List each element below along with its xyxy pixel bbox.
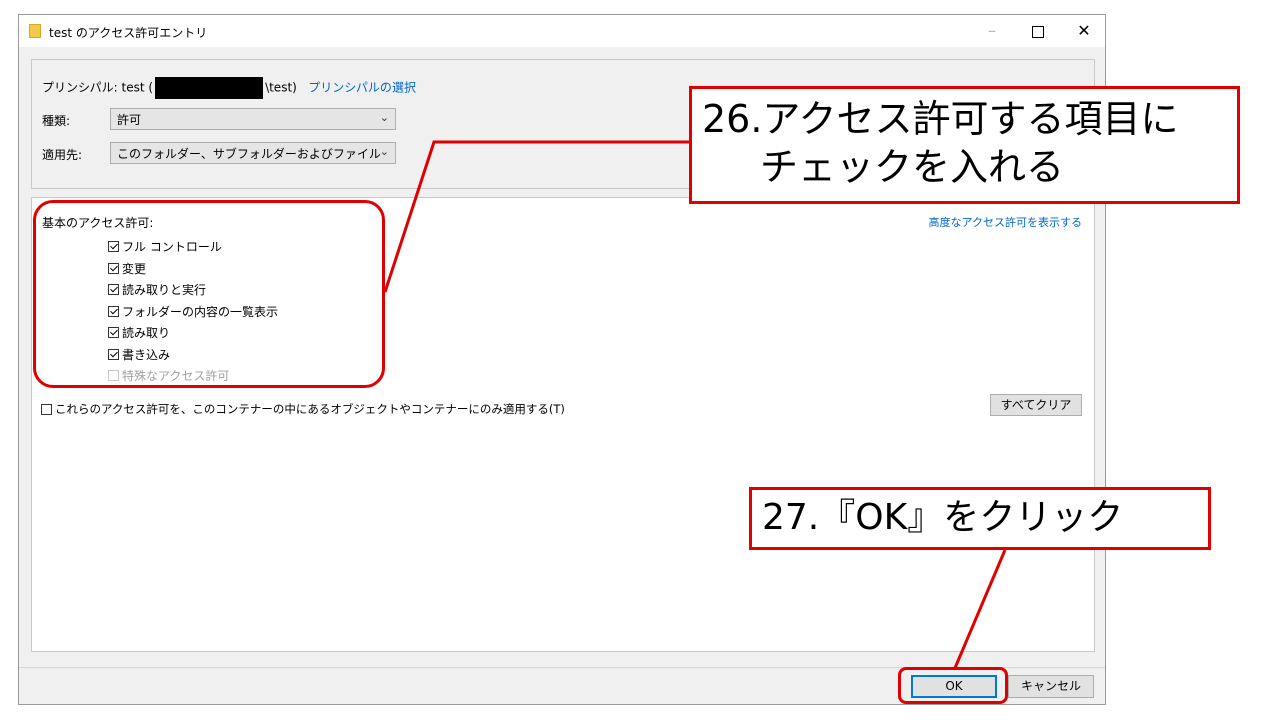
step-26-line-1: 26.アクセス許可する項目に	[702, 97, 1179, 141]
step-27-text: 27.『OK』をクリック	[762, 497, 1124, 538]
callout-line-27	[953, 549, 1007, 669]
step-26-callout: 26.アクセス許可する項目に チェックを入れる	[689, 86, 1240, 204]
step-27-callout: 27.『OK』をクリック	[749, 487, 1211, 550]
callout-line-26	[383, 140, 692, 293]
step-26-line-2: チェックを入れる	[760, 145, 1065, 189]
ok-highlight	[898, 667, 1008, 704]
permissions-highlight	[33, 200, 385, 388]
